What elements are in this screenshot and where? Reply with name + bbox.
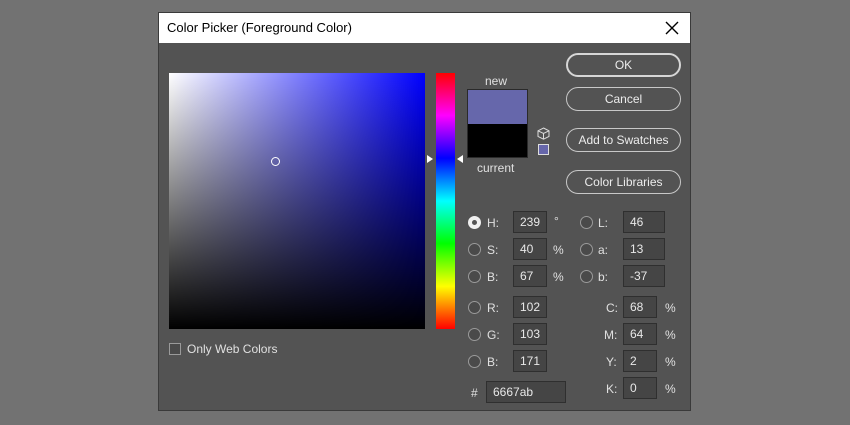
y-input[interactable]: 2 [623, 350, 657, 372]
m-label: M: [604, 328, 618, 342]
l-radio[interactable] [580, 216, 593, 229]
current-color-label: current [477, 161, 515, 175]
b-radio[interactable] [468, 270, 481, 283]
h-unit: ° [554, 214, 559, 228]
a-label: a: [598, 243, 609, 257]
l-label: L: [598, 216, 609, 230]
a-radio[interactable] [580, 243, 593, 256]
ok-button[interactable]: OK [566, 53, 681, 77]
l-input[interactable]: 46 [623, 211, 665, 233]
m-input[interactable]: 64 [623, 323, 657, 345]
hue-slider[interactable] [436, 73, 455, 329]
blue-input[interactable]: 171 [513, 350, 547, 372]
only-web-colors-label: Only Web Colors [187, 342, 278, 356]
add-to-swatches-button[interactable]: Add to Swatches [566, 128, 681, 152]
web-safe-swatch[interactable] [538, 144, 549, 155]
b-label: B: [487, 270, 499, 284]
close-icon[interactable] [660, 16, 684, 40]
b-unit: % [553, 270, 564, 284]
hex-input[interactable]: 6667ab [486, 381, 566, 403]
r-radio[interactable] [468, 301, 481, 314]
h-input[interactable]: 239 [513, 211, 547, 233]
hex-label: # [471, 386, 478, 400]
g-label: G: [487, 328, 500, 342]
r-input[interactable]: 102 [513, 296, 547, 318]
new-color-label: new [485, 74, 508, 88]
blue-radio[interactable] [468, 355, 481, 368]
a-input[interactable]: 13 [623, 238, 665, 260]
h-label: H: [487, 216, 499, 230]
blue-label: B: [487, 355, 499, 369]
color-libraries-button[interactable]: Color Libraries [566, 170, 681, 194]
color-picker-dialog: Color Picker (Foreground Color) new curr… [158, 12, 691, 411]
h-radio[interactable] [468, 216, 481, 229]
k-input[interactable]: 0 [623, 377, 657, 399]
c-input[interactable]: 68 [623, 296, 657, 318]
s-label: S: [487, 243, 499, 257]
lab-b-input[interactable]: -37 [623, 265, 665, 287]
lab-b-radio[interactable] [580, 270, 593, 283]
g-radio[interactable] [468, 328, 481, 341]
color-preview [467, 89, 528, 158]
lab-b-label: b: [598, 270, 609, 284]
r-label: R: [487, 301, 499, 315]
k-label: K: [606, 382, 618, 396]
hue-slider-left-arrow[interactable] [427, 155, 433, 163]
new-color-swatch [468, 90, 527, 124]
y-unit: % [665, 355, 676, 369]
s-radio[interactable] [468, 243, 481, 256]
dialog-title: Color Picker (Foreground Color) [167, 20, 352, 35]
y-label: Y: [606, 355, 617, 369]
hue-slider-right-arrow[interactable] [457, 155, 463, 163]
cube-icon[interactable] [537, 127, 550, 145]
color-field[interactable] [169, 73, 425, 329]
k-unit: % [665, 382, 676, 396]
g-input[interactable]: 103 [513, 323, 547, 345]
cancel-button[interactable]: Cancel [566, 87, 681, 111]
b-input[interactable]: 67 [513, 265, 547, 287]
current-color-swatch[interactable] [468, 124, 527, 157]
color-field-picker[interactable] [271, 157, 280, 166]
title-bar: Color Picker (Foreground Color) [159, 13, 690, 43]
m-unit: % [665, 328, 676, 342]
s-input[interactable]: 40 [513, 238, 547, 260]
s-unit: % [553, 243, 564, 257]
c-label: C: [606, 301, 618, 315]
c-unit: % [665, 301, 676, 315]
only-web-colors-checkbox[interactable] [169, 343, 181, 355]
